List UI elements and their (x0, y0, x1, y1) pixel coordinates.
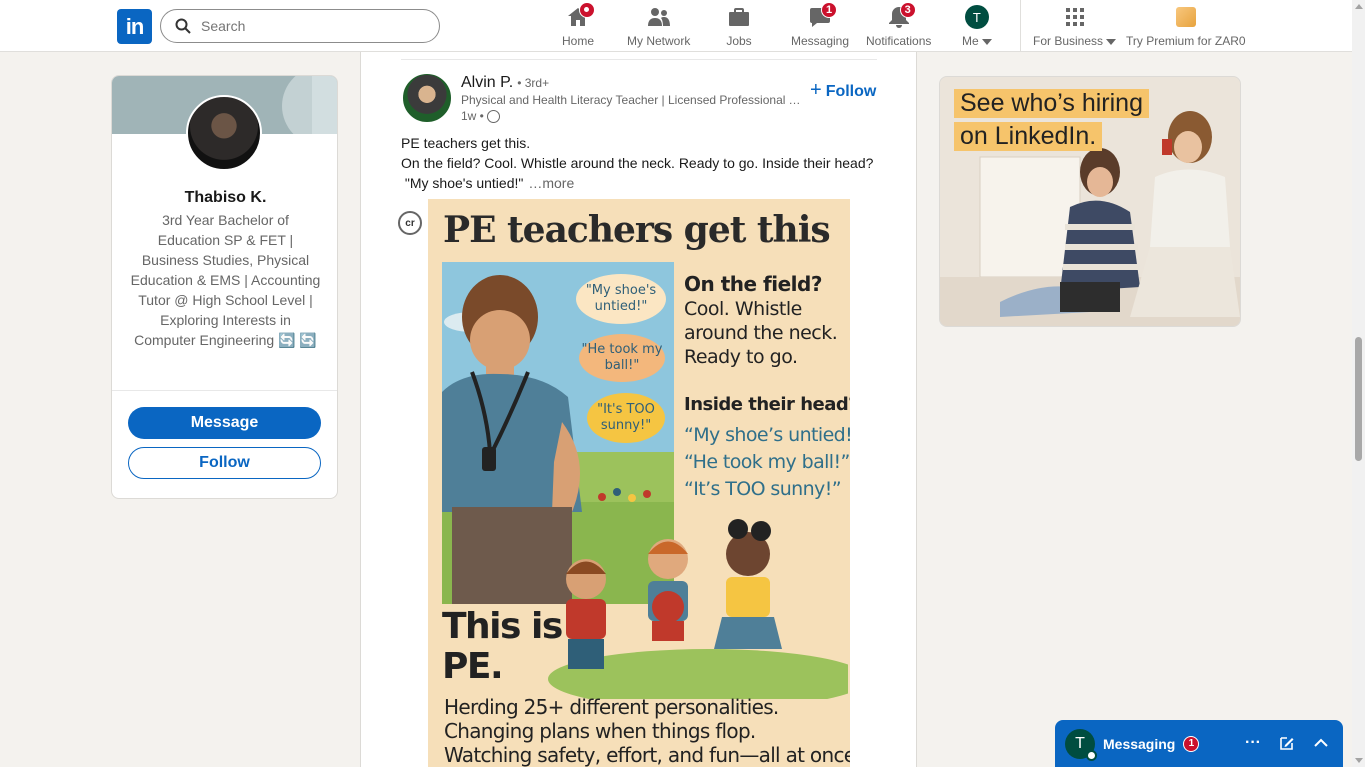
image-text: Herding 25+ different personalities. (444, 695, 779, 719)
image-heading: On the field? (684, 272, 822, 296)
connection-degree: • 3rd+ (517, 76, 550, 90)
online-status-icon (1086, 749, 1097, 761)
image-text: Watching safety, effort, and fun—all at … (444, 743, 850, 767)
premium-icon (1175, 7, 1196, 27)
post-body: PE teachers get this. On the field? Cool… (401, 133, 881, 193)
linkedin-logo-icon[interactable]: in (117, 9, 152, 44)
kids-illustration (548, 519, 848, 699)
nav-my-network-label: My Network (627, 34, 691, 48)
divider (112, 390, 337, 391)
scrollbar-thumb[interactable] (1355, 337, 1362, 461)
profile-follow-button[interactable]: Follow (128, 447, 321, 479)
nav-me-label: Me (962, 34, 979, 48)
scroll-up-icon[interactable] (1355, 4, 1363, 9)
compose-icon[interactable] (1279, 735, 1295, 751)
chevron-down-icon (981, 38, 992, 45)
more-options-icon[interactable]: ··· (1245, 734, 1261, 752)
ad-headline: See who’s hiring (954, 89, 1149, 118)
image-title: PE teachers get this (443, 209, 831, 251)
image-heading: This is (442, 606, 563, 647)
divider (401, 59, 877, 60)
grid-apps-icon (1065, 8, 1084, 26)
nav-for-business[interactable]: For Business (1033, 4, 1117, 48)
speech-bubble: "My shoe's untied!" (576, 274, 666, 324)
messaging-overlay[interactable]: T Messaging 1 ··· (1055, 720, 1343, 767)
nav-my-network[interactable]: My Network (627, 4, 690, 48)
image-quote: “My shoe’s untied!” (684, 424, 850, 446)
page-scrollbar[interactable] (1352, 0, 1365, 767)
nav-premium[interactable]: Try Premium for ZAR0 (1126, 4, 1246, 48)
speech-bubble: "He took my ball!" (579, 334, 665, 382)
nav-home[interactable]: Home (562, 2, 595, 48)
nav-me[interactable]: T Me (962, 4, 992, 48)
nav-jobs[interactable]: Jobs (726, 4, 752, 48)
nav-premium-label: Try Premium for ZAR0 (1126, 34, 1246, 48)
global-nav: in Home My Network Jobs 1 Messaging 3 (0, 0, 1352, 52)
post-follow-button[interactable]: + Follow (810, 79, 876, 102)
speech-bubble: "It's TOO sunny!" (587, 393, 665, 443)
network-icon (647, 8, 670, 26)
post-timestamp: 1w • (461, 109, 500, 123)
nav-for-business-label: For Business (1033, 34, 1104, 48)
author-headline: Physical and Health Literacy Teacher | L… (461, 93, 801, 107)
see-more-link[interactable]: …more (528, 175, 574, 191)
nav-notifications-label: Notifications (866, 34, 932, 48)
image-text: Cool. Whistle around the neck. Ready to … (684, 298, 838, 368)
post-image[interactable]: PE teachers get this "My shoe's untied!"… (428, 199, 850, 767)
scroll-down-icon[interactable] (1355, 758, 1363, 763)
messaging-avatar: T (1065, 728, 1097, 761)
message-button[interactable]: Message (128, 407, 321, 439)
messaging-overlay-badge: 1 (1183, 735, 1200, 752)
messaging-badge: 1 (821, 2, 838, 18)
me-avatar: T (964, 5, 989, 29)
image-this-is: This is PE. (442, 606, 563, 687)
author-avatar[interactable] (403, 74, 451, 122)
nav-home-label: Home (562, 34, 595, 48)
post-text-line: "My shoe's untied!" (404, 175, 524, 191)
briefcase-icon (729, 8, 749, 26)
profile-name[interactable]: Thabiso K. (112, 189, 337, 207)
search-icon (175, 18, 191, 34)
image-heading: Inside their head? (684, 394, 850, 415)
search-box[interactable] (160, 9, 440, 43)
nav-messaging[interactable]: 1 Messaging (791, 2, 850, 48)
nav-messaging-label: Messaging (791, 34, 850, 48)
profile-headline: 3rd Year Bachelor of Education SP & FET … (130, 212, 321, 348)
chevron-down-icon (1106, 38, 1117, 45)
image-quotes: “My shoe’s untied!” “He took my ball!” “… (684, 422, 850, 503)
post-time-text: 1w • (461, 109, 484, 123)
messaging-title[interactable]: Messaging (1103, 736, 1175, 752)
profile-avatar[interactable] (186, 95, 262, 171)
post-text-line: On the field? Cool. Whistle around the n… (401, 155, 874, 171)
profile-card: Thabiso K. 3rd Year Bachelor of Educatio… (111, 75, 338, 499)
plus-icon: + (810, 79, 822, 101)
post-text-line: PE teachers get this. (401, 135, 531, 151)
nav-notifications[interactable]: 3 Notifications (866, 2, 932, 48)
globe-icon (486, 109, 500, 123)
image-quote: “He took my ball!” (684, 451, 850, 473)
nav-divider (1020, 0, 1021, 52)
image-bottom-text: Herding 25+ different personalities. Cha… (444, 695, 850, 767)
image-text: Changing plans when things flop. (444, 719, 756, 743)
hiring-ad[interactable]: See who’s hiring on LinkedIn. (939, 76, 1241, 327)
chevron-up-icon[interactable] (1313, 735, 1329, 751)
content-credentials-icon[interactable]: cr (398, 211, 422, 235)
search-input[interactable] (201, 18, 421, 34)
post-follow-label: Follow (825, 83, 877, 100)
ad-headline: on LinkedIn. (954, 122, 1103, 151)
image-heading: PE. (442, 646, 504, 687)
notifications-badge: 3 (899, 2, 916, 18)
author-name[interactable]: Alvin P. (461, 74, 513, 91)
nav-jobs-label: Jobs (726, 34, 752, 48)
messaging-avatar-initial: T (1075, 734, 1085, 752)
feed-post: Alvin P. • 3rd+ Physical and Health Liter… (360, 52, 917, 767)
home-notification-dot (579, 2, 595, 18)
